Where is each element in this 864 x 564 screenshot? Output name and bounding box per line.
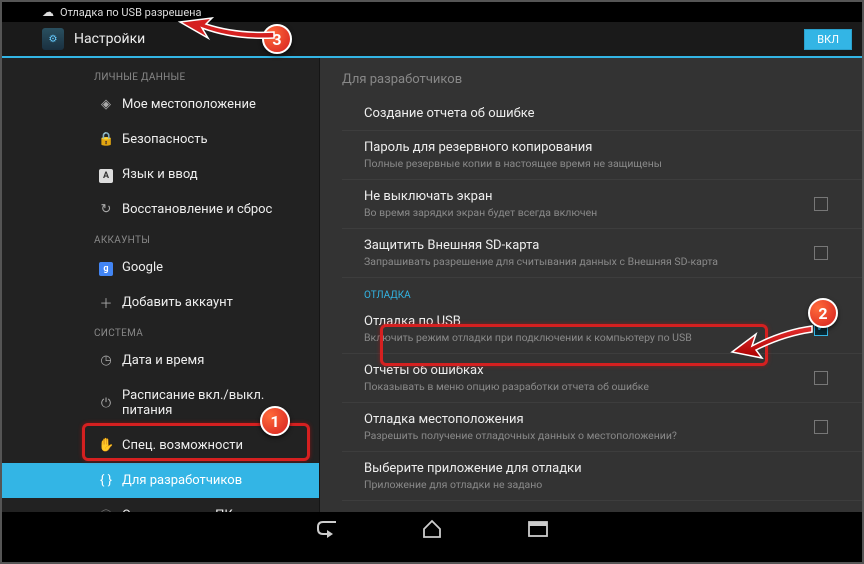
- sidebar-item[interactable]: ◈Мое местоположение: [2, 87, 319, 122]
- setting-title: Отладка по USB: [364, 314, 812, 329]
- back-button[interactable]: [313, 520, 339, 543]
- sidebar-item-icon: 🔒: [98, 132, 114, 147]
- sidebar-item-label: Мое местоположение: [94, 97, 256, 112]
- home-button[interactable]: [419, 519, 445, 544]
- sidebar-item-label: Добавить аккаунт: [94, 295, 233, 310]
- sidebar-item[interactable]: 🔒Безопасность: [2, 122, 319, 157]
- setting-title: Отладка местоположения: [364, 412, 812, 427]
- setting-row[interactable]: Не выключать экран Во время зарядки экран…: [342, 180, 862, 229]
- sidebar-item-label: Восстановление и сброс: [94, 202, 272, 217]
- recent-button[interactable]: [525, 521, 551, 542]
- setting-title: Отчеты об ошибках: [364, 363, 812, 378]
- sidebar-item-label: Спец. возможности: [94, 438, 243, 453]
- setting-title: Пароль для резервного копирования: [364, 140, 812, 155]
- sidebar-item[interactable]: { }Для разработчиков: [2, 463, 319, 498]
- setting-row[interactable]: Пароль для резервного копирования Полные …: [342, 131, 862, 180]
- sidebar-item-label: Для разработчиков: [94, 473, 242, 488]
- setting-subtitle: Приложение для отладки не задано: [364, 478, 812, 491]
- sidebar-item-icon: ⏻: [98, 396, 114, 411]
- setting-subtitle: Запрашивать разрешение для считывания да…: [364, 255, 812, 268]
- sidebar-item[interactable]: ＋Добавить аккаунт: [2, 285, 319, 320]
- setting-checkbox[interactable]: [814, 322, 828, 336]
- navigation-bar: [2, 512, 862, 550]
- cloud-icon: ☁: [42, 5, 54, 19]
- sidebar-item-label: Расписание вкл./выкл. питания: [94, 388, 309, 418]
- sidebar-item-label: О планшетном ПК: [94, 508, 233, 512]
- setting-row[interactable]: Защитить Внешняя SD-карта Запрашивать раз…: [342, 229, 862, 278]
- sidebar-item-icon: ◷: [98, 353, 114, 368]
- main-area: ЛИЧНЫЕ ДАННЫЕ◈Мое местоположение🔒Безопас…: [2, 58, 862, 512]
- setting-subtitle: Во время зарядки экран будет всегда вклю…: [364, 206, 812, 219]
- setting-row[interactable]: Создание отчета об ошибке: [342, 97, 862, 131]
- sidebar-section-header: АККАУНТЫ: [2, 227, 319, 250]
- setting-subtitle: Полные резервные копии в настоящее время…: [364, 157, 812, 170]
- sidebar-item[interactable]: AЯзык и ввод: [2, 157, 319, 192]
- setting-title: Выберите приложение для отладки: [364, 461, 812, 476]
- sidebar-item-icon: ◈: [98, 97, 114, 112]
- setting-row[interactable]: Выберите приложение для отладки Приложени…: [342, 452, 862, 501]
- setting-row[interactable]: Отладка по USB Включить режим отладки при…: [342, 305, 862, 354]
- setting-subtitle: Включить режим отладки при подключении к…: [364, 331, 812, 344]
- setting-title: Создание отчета об ошибке: [364, 106, 812, 121]
- sidebar-item[interactable]: ⓘО планшетном ПК: [2, 498, 319, 512]
- sidebar-section-header: ЛИЧНЫЕ ДАННЫЕ: [2, 64, 319, 87]
- sidebar-item[interactable]: ↻Восстановление и сброс: [2, 192, 319, 227]
- sidebar-item-icon: { }: [98, 473, 114, 488]
- sidebar-item-icon: A: [98, 167, 114, 183]
- sidebar-item-icon: g: [98, 260, 114, 276]
- content-header: Для разработчиков: [320, 58, 862, 97]
- sidebar: ЛИЧНЫЕ ДАННЫЕ◈Мое местоположение🔒Безопас…: [2, 58, 320, 512]
- setting-title: Не выключать экран: [364, 189, 812, 204]
- settings-group-header: ОТЛАДКА: [342, 278, 862, 305]
- sidebar-item-icon: ＋: [98, 293, 114, 312]
- setting-checkbox[interactable]: [814, 246, 828, 260]
- page-title: Настройки: [74, 31, 145, 47]
- sidebar-item[interactable]: ✋Спец. возможности: [2, 428, 319, 463]
- setting-row[interactable]: Отладка местоположения Разрешить получени…: [342, 403, 862, 452]
- sidebar-item-icon: ↻: [98, 202, 114, 217]
- settings-list: Создание отчета об ошибке Пароль для резе…: [320, 97, 862, 512]
- setting-checkbox[interactable]: [814, 197, 828, 211]
- setting-subtitle: Разрешить получение отладочных данных о …: [364, 429, 812, 442]
- setting-title: Защитить Внешняя SD-карта: [364, 238, 812, 253]
- setting-checkbox[interactable]: [814, 420, 828, 434]
- content-pane: Для разработчиков Создание отчета об оши…: [320, 58, 862, 512]
- setting-subtitle: Показывать в меню опцию разработки отчет…: [364, 380, 812, 393]
- sidebar-item[interactable]: ⏻Расписание вкл./выкл. питания: [2, 378, 319, 428]
- sidebar-item-icon: ✋: [98, 438, 114, 453]
- sidebar-item-icon: ⓘ: [98, 506, 114, 512]
- setting-checkbox[interactable]: [814, 371, 828, 385]
- settings-app-icon: ⚙: [42, 28, 64, 50]
- setting-row[interactable]: Отчеты об ошибках Показывать в меню опцию…: [342, 354, 862, 403]
- status-notification: Отладка по USB разрешена: [60, 6, 201, 19]
- title-bar: ⚙ Настройки ВКЛ: [2, 22, 862, 58]
- sidebar-item[interactable]: ◷Дата и время: [2, 343, 319, 378]
- status-bar: ☁ Отладка по USB разрешена: [2, 2, 862, 22]
- sidebar-section-header: СИСТЕМА: [2, 320, 319, 343]
- sidebar-item[interactable]: gGoogle: [2, 250, 319, 285]
- dev-options-master-toggle[interactable]: ВКЛ: [804, 29, 852, 50]
